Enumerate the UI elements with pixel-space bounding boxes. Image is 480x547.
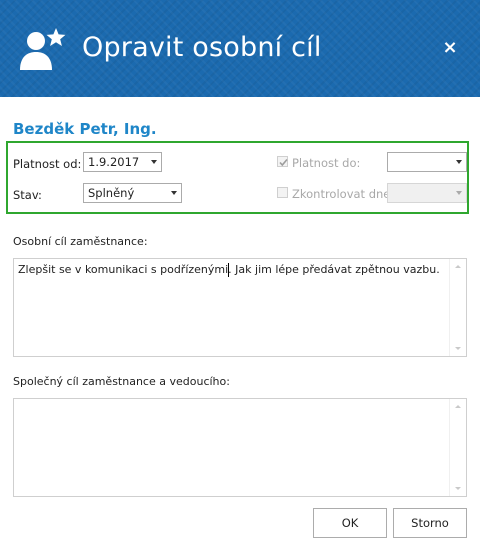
valid-to-label: Platnost do: <box>292 156 361 170</box>
state-value: Splněný <box>88 186 135 200</box>
shared-goal-scrollbar[interactable] <box>449 399 466 496</box>
scroll-down-icon[interactable] <box>455 487 461 490</box>
dialog-header: Opravit osobní cíl × <box>0 0 480 97</box>
personal-goal-scrollbar[interactable] <box>449 259 466 356</box>
user-star-icon <box>20 28 66 70</box>
chevron-down-icon <box>171 191 177 195</box>
shared-goal-label: Společný cíl zaměstnance a vedoucího: <box>13 375 230 388</box>
chevron-down-icon <box>151 160 157 164</box>
text-caret <box>228 263 229 277</box>
valid-from-label: Platnost od: <box>13 157 82 171</box>
ok-button[interactable]: OK <box>313 508 387 538</box>
cancel-button[interactable]: Storno <box>393 508 467 538</box>
check-icon <box>279 158 288 167</box>
chevron-down-icon <box>456 191 462 195</box>
scroll-up-icon[interactable] <box>455 405 461 408</box>
check-date-label: Zkontrolovat dne <box>292 187 391 201</box>
scroll-up-icon[interactable] <box>455 265 461 268</box>
personal-goal-textarea[interactable]: Zlepšit se v komunikaci s podřízenými. J… <box>13 258 467 357</box>
close-button[interactable]: × <box>441 38 459 58</box>
personal-goal-label: Osobní cíl zaměstnance: <box>13 235 148 248</box>
check-date-picker <box>387 183 467 203</box>
chevron-down-icon <box>456 160 462 164</box>
state-label: Stav: <box>13 188 42 202</box>
state-select[interactable]: Splněný <box>83 183 182 203</box>
personal-goal-text: Zlepšit se v komunikaci s podřízenými. J… <box>18 263 440 276</box>
valid-from-date-picker[interactable]: 1.9.2017 <box>83 152 162 172</box>
scroll-down-icon[interactable] <box>455 347 461 350</box>
dialog-title: Opravit osobní cíl <box>82 32 322 63</box>
valid-to-date-picker[interactable] <box>387 152 467 172</box>
employee-name: Bezděk Petr, Ing. <box>13 120 157 138</box>
valid-from-value: 1.9.2017 <box>88 155 140 169</box>
shared-goal-textarea[interactable] <box>13 398 467 497</box>
check-date-checkbox[interactable] <box>277 187 288 198</box>
valid-to-checkbox[interactable] <box>277 156 288 167</box>
